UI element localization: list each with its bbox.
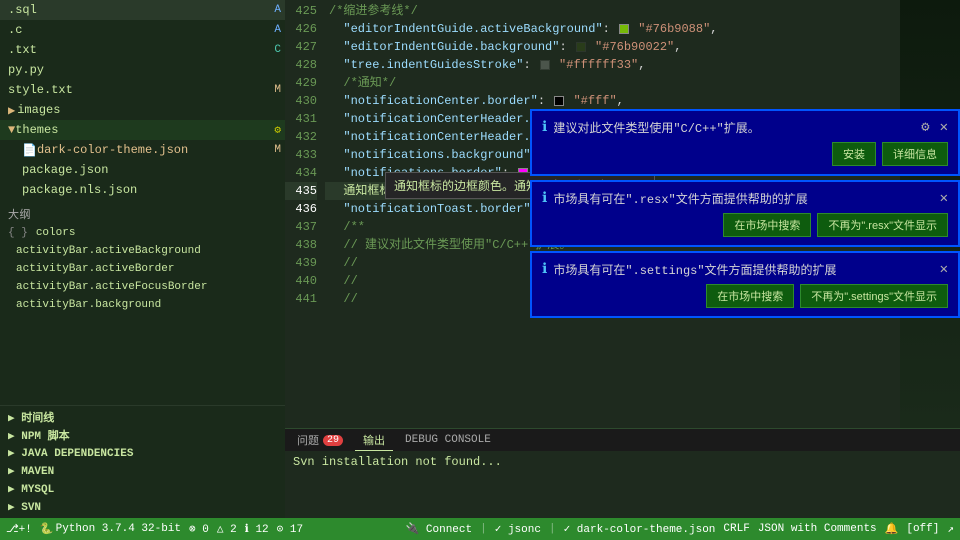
outline-activity-focus[interactable]: activityBar.activeFocusBorder — [0, 278, 285, 296]
file-item-txt[interactable]: .txt C — [0, 40, 285, 60]
color-swatch-427 — [576, 42, 586, 52]
notif-resx-dismiss-button[interactable]: 不再为".resx"文件显示 — [817, 213, 948, 237]
sidebar-npm[interactable]: ▶ NPM 脚本 — [0, 426, 285, 444]
file-dark-theme[interactable]: 📄 dark-color-theme.json M — [0, 140, 285, 160]
file-package-json[interactable]: package.json — [0, 160, 285, 180]
main-area: .sql A .c A .txt C py.py style.txt M ▶ i… — [0, 0, 960, 518]
object-icon: { } — [8, 227, 28, 239]
notification-settings: ℹ 市场具有可在".settings"文件方面提供帮助的扩展 ✕ 在市场中搜索 … — [530, 251, 960, 318]
python-icon: 🐍 — [40, 522, 54, 536]
code-line-429: /*通知*/ — [325, 74, 900, 92]
sidebar-timeline[interactable]: ▶ 时间线 — [0, 408, 285, 426]
sidebar-svn[interactable]: ▶ SVN — [0, 498, 285, 516]
editor-content: 425 426 427 428 429 430 431 432 433 434 … — [285, 0, 960, 428]
notification-cpp: ℹ 建议对此文件类型使用"C/C++"扩展。 ⚙ ✕ 安装 详细信息 — [530, 109, 960, 176]
status-share[interactable]: ↗ — [947, 522, 954, 536]
problems-count: 29 — [323, 435, 343, 446]
file-tree: .sql A .c A .txt C py.py style.txt M ▶ i… — [0, 0, 285, 405]
tab-output[interactable]: 输出 — [355, 429, 393, 451]
code-line-425: /*缩进参考线*/ — [325, 2, 900, 20]
status-jsonc[interactable]: ✓ jsonc — [495, 522, 541, 536]
outline-colors[interactable]: { } colors — [0, 224, 285, 242]
status-encoding[interactable]: JSON with Comments — [758, 523, 877, 535]
status-bell[interactable]: 🔔 — [885, 522, 899, 536]
status-info[interactable]: ℹ 12 — [245, 522, 269, 536]
status-port[interactable]: ⊙ 17 — [277, 522, 303, 536]
notifications-container: ℹ 建议对此文件类型使用"C/C++"扩展。 ⚙ ✕ 安装 详细信息 ℹ 市场具… — [530, 109, 960, 318]
status-warnings[interactable]: △ 2 — [217, 522, 237, 536]
outline-activity-border[interactable]: activityBar.activeBorder — [0, 260, 285, 278]
status-crlf[interactable]: CRLF — [723, 523, 749, 535]
tab-problems[interactable]: 问题 29 — [289, 429, 351, 451]
code-line-426: "editorIndentGuide.activeBackground": "#… — [325, 20, 900, 38]
bottom-panel: 问题 29 输出 DEBUG CONSOLE Svn installation … — [285, 428, 960, 518]
status-git[interactable]: ⎇+! — [6, 522, 32, 536]
color-swatch-430 — [554, 96, 564, 106]
code-line-427: "editorIndentGuide.background": "#76b900… — [325, 38, 900, 56]
file-item-sql[interactable]: .sql A — [0, 0, 285, 20]
file-package-nls[interactable]: package.nls.json — [0, 180, 285, 200]
status-python[interactable]: 🐍 Python 3.7.4 32-bit — [40, 522, 181, 536]
notif-settings-search-button[interactable]: 在市场中搜索 — [706, 284, 794, 308]
file-item-pypy[interactable]: py.py — [0, 60, 285, 80]
sidebar-maven[interactable]: ▶ MAVEN — [0, 462, 285, 480]
panel-tabs: 问题 29 输出 DEBUG CONSOLE — [285, 429, 960, 451]
status-connect[interactable]: 🔌 Connect — [406, 522, 473, 536]
panel-content: Svn installation not found... — [285, 451, 960, 518]
notif-resx-text: 市场具有可在".resx"文件方面提供帮助的扩展 — [553, 190, 929, 207]
folder-closed-icon: ▶ — [8, 103, 15, 118]
file-item-styletxt[interactable]: style.txt M — [0, 80, 285, 100]
folder-images[interactable]: ▶ images — [0, 100, 285, 120]
code-line-428: "tree.indentGuidesStroke": "#ffffff33", — [325, 56, 900, 74]
file-json-icon: 📄 — [22, 143, 37, 158]
outline-activity-bg[interactable]: activityBar.activeBackground — [0, 242, 285, 260]
notif-resx-close[interactable]: ✕ — [940, 190, 948, 207]
sidebar-bottom-sections: ▶ 时间线 ▶ NPM 脚本 ▶ JAVA DEPENDENCIES ▶ MAV… — [0, 405, 285, 518]
info-icon-2: ℹ — [542, 190, 547, 207]
notif-gear-icon[interactable]: ⚙ — [921, 119, 929, 136]
notif-cpp-close[interactable]: ✕ — [940, 119, 948, 136]
outline-section-header: 大纲 — [0, 200, 285, 224]
sidebar-mysql[interactable]: ▶ MYSQL — [0, 480, 285, 498]
notif-cpp-text: 建议对此文件类型使用"C/C++"扩展。 — [553, 119, 915, 136]
color-swatch-428 — [540, 60, 550, 70]
status-bar: ⎇+! 🐍 Python 3.7.4 32-bit ⊗ 0 △ 2 ℹ 12 ⊙… — [0, 518, 960, 540]
info-icon: ℹ — [542, 119, 547, 136]
notif-details-button[interactable]: 详细信息 — [882, 142, 948, 166]
line-numbers: 425 426 427 428 429 430 431 432 433 434 … — [285, 0, 325, 428]
notif-install-button[interactable]: 安装 — [832, 142, 876, 166]
folder-open-icon: ▼ — [8, 123, 15, 137]
notif-settings-close[interactable]: ✕ — [940, 261, 948, 278]
notif-settings-text: 市场具有可在".settings"文件方面提供帮助的扩展 — [553, 261, 929, 278]
status-errors[interactable]: ⊗ 0 — [189, 522, 209, 536]
sidebar: .sql A .c A .txt C py.py style.txt M ▶ i… — [0, 0, 285, 518]
info-icon-3: ℹ — [542, 261, 547, 278]
status-off[interactable]: [off] — [906, 523, 939, 535]
sidebar-java-deps[interactable]: ▶ JAVA DEPENDENCIES — [0, 444, 285, 462]
code-line-430: "notificationCenter.border": "#fff", — [325, 92, 900, 110]
color-swatch-426 — [619, 24, 629, 34]
outline-activity-background[interactable]: activityBar.background — [0, 296, 285, 314]
status-filename[interactable]: ✓ dark-color-theme.json — [564, 522, 716, 536]
editor-area: 425 426 427 428 429 430 431 432 433 434 … — [285, 0, 960, 518]
notification-resx: ℹ 市场具有可在".resx"文件方面提供帮助的扩展 ✕ 在市场中搜索 不再为"… — [530, 180, 960, 247]
folder-themes[interactable]: ▼ themes ⚙ — [0, 120, 285, 140]
file-item-c[interactable]: .c A — [0, 20, 285, 40]
notif-resx-search-button[interactable]: 在市场中搜索 — [723, 213, 811, 237]
notif-settings-dismiss-button[interactable]: 不再为".settings"文件显示 — [800, 284, 948, 308]
tab-debug-console[interactable]: DEBUG CONSOLE — [397, 429, 499, 451]
